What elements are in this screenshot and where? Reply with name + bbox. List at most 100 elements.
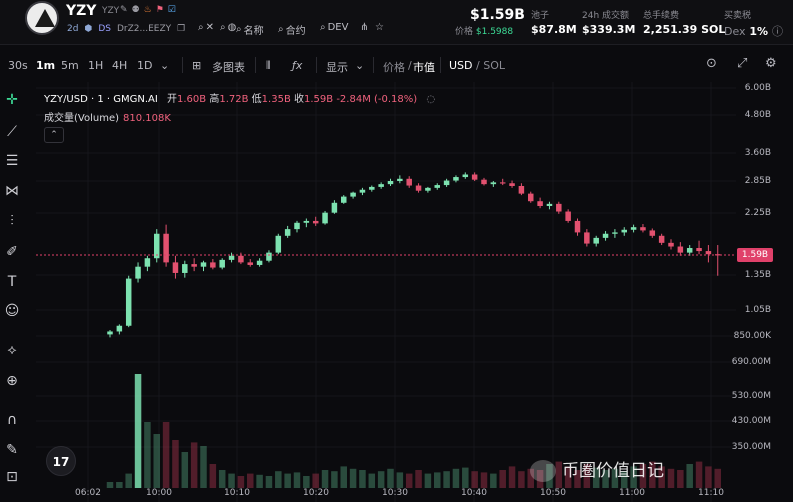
volume-bar [134,374,142,488]
fire-icon: ♨ [143,5,152,15]
indicators-icon[interactable]: ƒx [292,59,302,72]
volume-bar [303,476,310,488]
fullscreen-icon[interactable]: ⤢ [737,56,747,71]
crosshair-icon[interactable]: ✛ [3,91,21,109]
candle-body [556,203,562,212]
candle-body [425,187,431,191]
candle-body [677,246,684,253]
candle-body [499,182,506,184]
y-tick-label: 350.00M [731,442,771,452]
search-name-button[interactable]: ⌕ 名称 [236,22,264,37]
y-tick-label: 430.00M [731,416,771,426]
dex-badge-icon: ⬢ [84,24,93,34]
low-value: 1.35B [261,94,291,105]
time-axis[interactable]: 06:02 10:00 10:10 10:20 10:30 10:40 10:50 11:00… [36,488,736,502]
brush-icon[interactable]: ✐ [3,243,21,261]
volume-bar [359,470,366,488]
fees-stat: 总手续费 2,251.39 SOL [643,11,726,36]
candle-body [565,211,571,221]
wechat-icon [530,460,556,482]
candle-body [341,196,347,203]
collapse-legend-button[interactable]: ⌃ [44,127,64,143]
y-tick-label: 4.80B [744,110,771,120]
info-icon[interactable]: ⓘ [772,25,783,38]
y-tick-label: 2.85B [744,176,771,186]
candle-body [266,252,272,261]
people-icon[interactable]: ⚉ [132,5,140,15]
current-price-tag: 1.59B [737,248,773,262]
twitter-search-button[interactable]: ⌕ ◍ [220,22,236,33]
pencil-lock-icon[interactable]: ✎ [3,441,21,459]
candle-body [658,235,665,243]
volume-bar [200,446,207,488]
candle-body [462,174,469,178]
horizontal-lines-icon[interactable]: ☰ [3,152,21,170]
ruler-icon[interactable]: ⟡ [3,341,21,359]
price-chart[interactable] [36,82,793,502]
magnet-icon[interactable]: ∩ [3,411,21,429]
pattern-icon[interactable]: ⋈ [3,182,21,200]
candle-body [602,233,609,238]
add-chart-icon[interactable]: ⊞ [192,59,201,72]
candle-body [200,262,207,267]
candle-body [172,262,179,273]
trendline-icon[interactable]: ⟋ [3,123,21,141]
currency-toggle[interactable]: USD / SOL [449,59,505,72]
star-button[interactable]: ☆ [375,22,384,33]
search-x-button[interactable]: ⌕ ✕ [198,22,214,33]
volume-bar [377,471,385,488]
x-tick-label: 10:50 [540,488,566,498]
zoom-in-icon[interactable]: ⊕ [3,372,21,390]
price-axis[interactable]: 6.00B 4.80B 3.60B 2.85B 2.25B 1.35B 1.05B 850.0… [732,82,793,502]
volume-bar [368,473,376,488]
candle-body [210,262,216,268]
timeframe-1d[interactable]: 1D [137,59,152,72]
volume-bar [331,471,338,488]
candle-body [574,220,581,233]
lock-icon[interactable]: ⊡ [3,468,21,486]
multi-chart-button[interactable]: 多图表 [212,59,245,75]
timeframe-4h[interactable]: 4H [112,59,127,72]
candle-body [219,259,225,268]
share-button[interactable]: ⋔ [360,22,368,33]
y-tick-label: 6.00B [744,83,771,93]
candle-body [612,232,618,234]
candle-body [387,181,394,185]
star-icon: ☆ [375,22,384,33]
tradingview-logo[interactable]: 17 [46,446,76,476]
candle-body [107,331,113,335]
volume-bar [490,473,497,488]
volume-bar [508,466,516,488]
volume-bar [284,473,291,488]
display-button[interactable]: 显示 [326,59,348,75]
search-contract-button[interactable]: ⌕ 合约 [278,22,306,37]
contract-address[interactable]: DrZ2...EEZY [117,24,171,34]
search-dev-button[interactable]: ⌕ DEV [320,22,348,33]
volume-bar [434,472,441,488]
timeframe-1h[interactable]: 1H [88,59,103,72]
candle-body [415,185,422,191]
settings-icon[interactable]: ⚙ [765,56,777,71]
camera-icon[interactable]: ⊙ [706,56,717,71]
mcap-toggle[interactable]: 市值 [413,59,435,75]
timeframe-5m[interactable]: 5m [61,59,79,72]
text-icon[interactable]: T [3,273,21,291]
volume-bar [480,472,488,488]
timeframe-30s[interactable]: 30s [8,59,28,72]
candle-body [322,212,328,224]
chevron-down-icon[interactable]: ⌄ [160,59,169,72]
y-tick-label: 3.60B [744,148,771,158]
y-tick-label: 1.05B [744,305,771,315]
copy-icon[interactable]: ❐ [177,24,185,34]
edit-icon[interactable]: ✎ [120,5,128,15]
emoji-icon[interactable]: ☺ [3,302,21,320]
fib-icon[interactable]: ⫶ [3,212,21,230]
close-value: 1.59B [304,94,334,105]
volume-bar [247,473,254,488]
volume-bar [677,470,684,488]
timeframe-1m[interactable]: 1m [36,59,55,72]
compare-icon[interactable]: ⫴ [266,59,271,73]
chevron-down-icon[interactable]: ⌄ [355,59,364,72]
candle-body [303,220,310,223]
price-toggle[interactable]: 价格 [383,59,405,75]
